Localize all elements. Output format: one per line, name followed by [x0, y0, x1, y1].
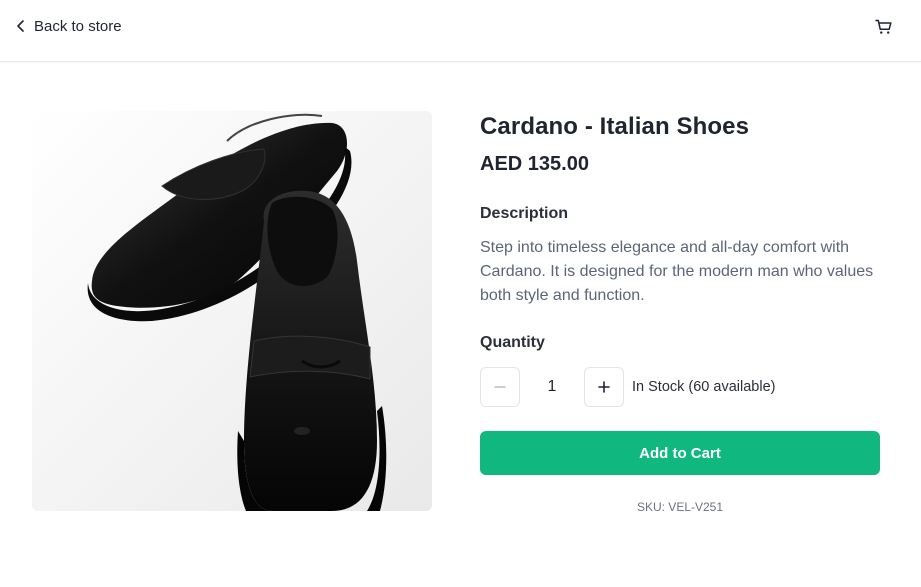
increase-quantity-button[interactable] [584, 367, 624, 407]
product-price: AED 135.00 [480, 153, 589, 175]
chevron-left-icon [17, 20, 24, 32]
quantity-value: 1 [547, 378, 557, 395]
stock-status: In Stock (60 available) [632, 379, 776, 395]
product-image [32, 111, 432, 511]
quantity-stepper: 1 In Stock (60 available) [480, 367, 775, 407]
description-heading: Description [480, 205, 569, 222]
decrease-quantity-button[interactable] [480, 367, 520, 407]
add-to-cart-button[interactable]: Add to Cart [480, 431, 880, 475]
plus-icon [598, 381, 610, 393]
product-title: Cardano - Italian Shoes [480, 113, 750, 140]
description-text: Step into timeless elegance and all-day … [480, 239, 874, 304]
shopping-cart-icon [875, 19, 892, 34]
product-sku: SKU: VEL-V251 [636, 500, 724, 514]
back-to-store-label: Back to store [34, 17, 122, 35]
shoe-illustration [32, 111, 432, 511]
back-to-store-link[interactable]: Back to store [14, 16, 122, 36]
product-details: Cardano - Italian Shoes AED 135.00 Descr… [480, 112, 880, 514]
cart-button[interactable] [874, 17, 894, 37]
top-bar: Back to store [0, 0, 921, 62]
minus-icon [494, 386, 506, 388]
quantity-heading: Quantity [480, 334, 545, 351]
